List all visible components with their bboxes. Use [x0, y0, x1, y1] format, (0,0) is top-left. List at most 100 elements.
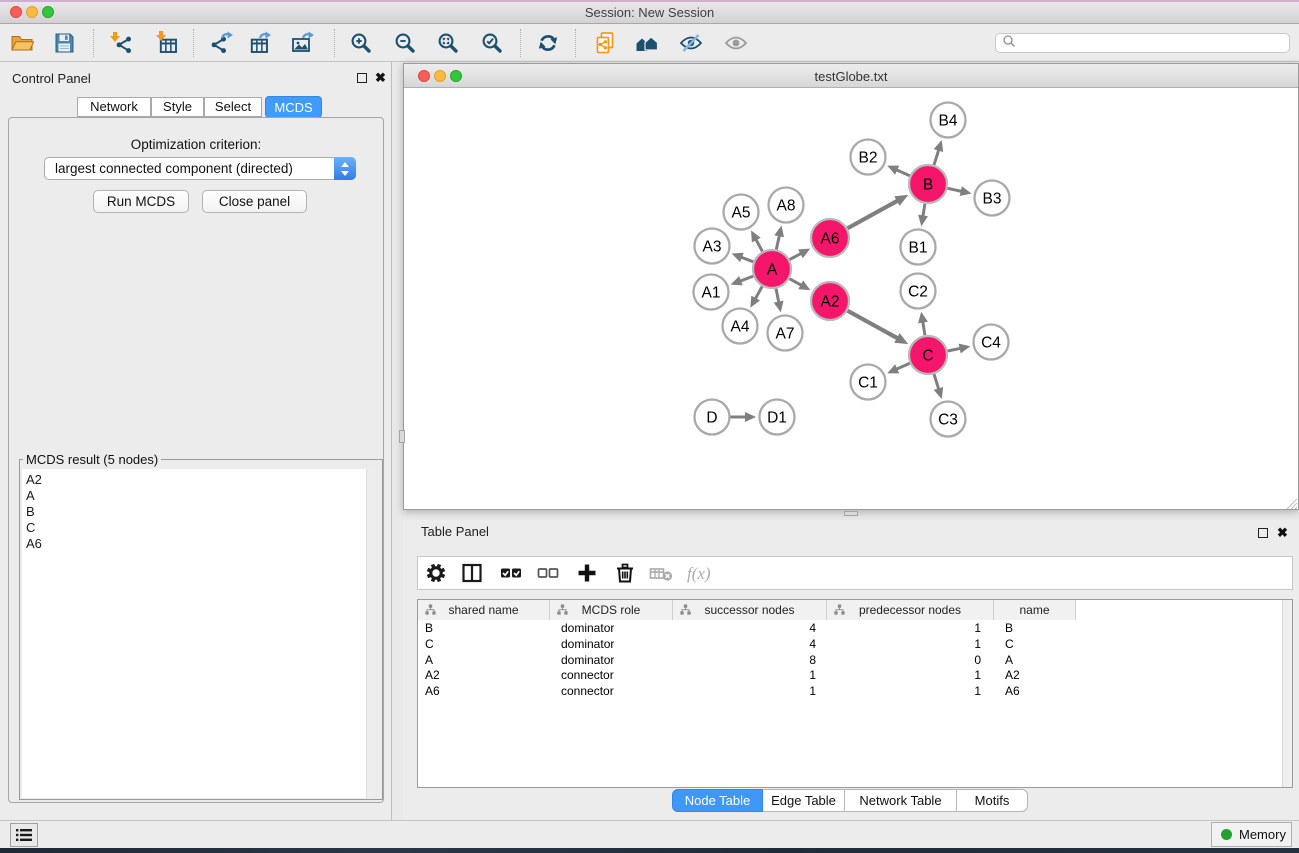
mcds-result-item[interactable]: A2	[26, 472, 374, 488]
tab-edge-table[interactable]: Edge Table	[763, 789, 845, 812]
table-close-icon[interactable]: ✖	[1277, 527, 1288, 539]
dropdown-stepper-icon[interactable]	[334, 157, 356, 180]
cell[interactable]: connector	[561, 668, 673, 684]
tab-motifs[interactable]: Motifs	[957, 789, 1028, 812]
cell[interactable]: 1	[827, 637, 981, 653]
tab-node-table[interactable]: Node Table	[672, 789, 763, 812]
add-column-icon[interactable]	[570, 558, 604, 588]
split-view-icon[interactable]	[455, 558, 489, 588]
export-table-icon[interactable]	[244, 27, 278, 59]
table-float-icon[interactable]	[1258, 528, 1268, 538]
cell[interactable]: 8	[673, 653, 816, 669]
delete-column-icon[interactable]	[608, 558, 642, 588]
network-window-titlebar[interactable]: testGlobe.txt	[404, 64, 1298, 88]
cell[interactable]: A2	[425, 668, 550, 684]
table-row[interactable]: Bdominator41 B	[418, 621, 1278, 637]
column-header-successor-nodes[interactable]: successor nodes	[673, 600, 827, 620]
mcds-result-item[interactable]: C	[26, 520, 374, 536]
select-all-columns-icon[interactable]	[494, 558, 528, 588]
column-header-name[interactable]: name	[994, 600, 1076, 620]
cell[interactable]: dominator	[561, 621, 673, 637]
show-panels-button[interactable]	[10, 823, 38, 847]
cell[interactable]: dominator	[561, 637, 673, 653]
cell[interactable]: C	[1005, 637, 1076, 653]
criterion-dropdown[interactable]: largest connected component (directed)	[44, 157, 356, 180]
cell[interactable]: A6	[425, 684, 550, 700]
show-all-icon[interactable]	[719, 27, 753, 59]
hide-selected-icon[interactable]	[674, 27, 708, 59]
mcds-result-item[interactable]: A	[26, 488, 374, 504]
cell[interactable]: A2	[1005, 668, 1076, 684]
splitter-handle-vertical[interactable]	[399, 430, 405, 443]
mcds-result-list[interactable]: A2ABCA6	[22, 469, 374, 798]
table-scrollbar[interactable]	[1282, 600, 1292, 787]
float-panel-icon[interactable]	[357, 73, 367, 83]
column-header-shared-name[interactable]: shared name	[418, 600, 550, 620]
close-panel-button[interactable]: Close panel	[202, 190, 307, 213]
mcds-result-item[interactable]: A6	[26, 536, 374, 552]
function-builder-icon[interactable]: f(x)	[684, 558, 718, 588]
svg-text:B1: B1	[909, 240, 928, 257]
table-row[interactable]: A6connector11A6	[418, 684, 1278, 700]
zoom-selected-icon[interactable]	[475, 27, 509, 59]
new-network-from-selection-icon[interactable]	[588, 27, 622, 59]
refresh-icon[interactable]	[531, 27, 565, 59]
cell[interactable]: 1	[827, 621, 981, 637]
save-session-icon[interactable]	[47, 27, 81, 59]
status-bar: Memory	[0, 820, 1299, 848]
run-mcds-button[interactable]: Run MCDS	[93, 190, 189, 213]
cell[interactable]: B	[1005, 621, 1076, 637]
network-graph-canvas[interactable]: AA1A2A3A4A5A6A7A8BB1B2B3B4CC1C2C3C4DD1	[405, 88, 1299, 514]
cell[interactable]: A6	[1005, 684, 1076, 700]
export-network-icon[interactable]	[205, 27, 239, 59]
zoom-out-icon[interactable]	[388, 27, 422, 59]
delete-table-icon[interactable]	[645, 558, 679, 588]
tab-select[interactable]: Select	[204, 97, 262, 117]
cell[interactable]: connector	[561, 684, 673, 700]
search-box[interactable]	[995, 33, 1290, 53]
node-table: shared nameMCDS rolesuccessor nodesprede…	[417, 599, 1293, 788]
cell[interactable]: 4	[673, 637, 816, 653]
column-header-MCDS-role[interactable]: MCDS role	[550, 600, 673, 620]
tab-style[interactable]: Style	[151, 97, 204, 117]
zoom-fit-icon[interactable]	[431, 27, 465, 59]
unselect-all-columns-icon[interactable]	[531, 558, 565, 588]
column-header-predecessor-nodes[interactable]: predecessor nodes	[827, 600, 994, 620]
mcds-result-group: MCDS result (5 nodes) A2ABCA6	[19, 459, 383, 800]
close-panel-icon[interactable]: ✖	[375, 72, 386, 84]
cell[interactable]: B	[425, 621, 550, 637]
splitter-handle-horizontal[interactable]	[844, 511, 858, 516]
search-input[interactable]	[1016, 36, 1289, 50]
cell[interactable]: 1	[673, 668, 816, 684]
zoom-in-icon[interactable]	[344, 27, 378, 59]
toolbar-separator	[93, 29, 94, 57]
tab-mcds[interactable]: MCDS	[265, 96, 322, 118]
cell[interactable]: 1	[673, 684, 816, 700]
export-image-icon[interactable]	[287, 27, 321, 59]
memory-button[interactable]: Memory	[1211, 822, 1292, 847]
mcds-result-item[interactable]: B	[26, 504, 374, 520]
table-settings-icon[interactable]	[419, 558, 453, 588]
tab-network[interactable]: Network	[77, 97, 151, 117]
table-row[interactable]: A2connector11A2	[418, 668, 1278, 684]
cell[interactable]: 1	[827, 684, 981, 700]
toolbar-separator	[334, 29, 335, 57]
first-neighbors-icon[interactable]	[630, 27, 664, 59]
resize-grip-icon[interactable]	[1286, 497, 1298, 509]
memory-label: Memory	[1239, 827, 1286, 842]
cell[interactable]: dominator	[561, 653, 673, 669]
cell[interactable]: 4	[673, 621, 816, 637]
cell[interactable]: 0	[827, 653, 981, 669]
cell[interactable]: C	[425, 637, 550, 653]
tab-network-table[interactable]: Network Table	[845, 789, 957, 812]
import-network-icon[interactable]	[104, 27, 138, 59]
result-scrollbar[interactable]	[366, 469, 374, 798]
open-session-icon[interactable]	[5, 27, 39, 59]
cell[interactable]: 1	[827, 668, 981, 684]
table-row[interactable]: Cdominator41 C	[418, 637, 1278, 653]
cell[interactable]: A	[425, 653, 550, 669]
import-table-icon[interactable]	[150, 27, 184, 59]
cell[interactable]: A	[1005, 653, 1076, 669]
table-row[interactable]: Adominator80 A	[418, 653, 1278, 669]
svg-text:A3: A3	[703, 239, 722, 256]
